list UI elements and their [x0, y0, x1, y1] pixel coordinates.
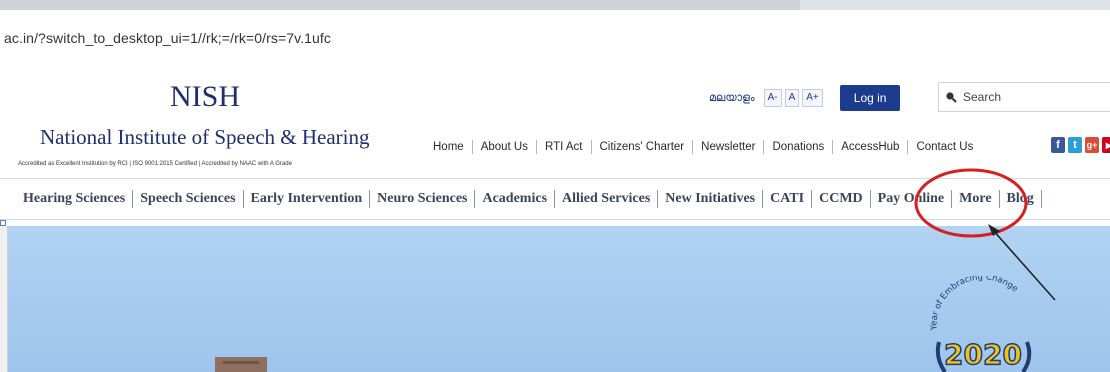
top-nav-home[interactable]: Home: [425, 140, 473, 154]
font-decrease-button[interactable]: A-: [763, 89, 782, 107]
badge-caption: Year of Embracing Change: [929, 276, 1019, 331]
address-bar-url[interactable]: ac.in/?switch_to_desktop_ui=1//rk;=/rk=0…: [4, 30, 331, 46]
top-nav-accesshub[interactable]: AccessHub: [833, 140, 909, 154]
top-nav-donations[interactable]: Donations: [764, 140, 834, 154]
menu-item-new-initiatives[interactable]: New Initiatives: [658, 190, 764, 208]
accreditation-text: Accredited as Excellent Institution by R…: [18, 161, 292, 167]
utility-bar: മലയാളം A- A A+ Log in: [705, 84, 901, 112]
language-link[interactable]: മലയാളം: [705, 92, 759, 105]
font-increase-button[interactable]: A+: [802, 89, 823, 107]
hero-left-edge: [0, 226, 8, 372]
menu-item-speech-sciences[interactable]: Speech Sciences: [133, 190, 244, 208]
menu-item-academics[interactable]: Academics: [475, 190, 556, 208]
font-reset-button[interactable]: A: [784, 89, 800, 107]
brand-full-name[interactable]: National Institute of Speech & Hearing: [40, 125, 370, 150]
menu-item-blog[interactable]: Blog: [1000, 190, 1042, 208]
facebook-icon[interactable]: f: [1051, 137, 1065, 153]
browser-tabs: [0, 0, 800, 10]
social-links: f t g+ ▶: [1051, 137, 1110, 153]
building-image: [215, 357, 267, 372]
menu-item-ccmd[interactable]: CCMD: [812, 190, 871, 208]
googleplus-icon[interactable]: g+: [1085, 137, 1099, 153]
top-nav-newsletter[interactable]: Newsletter: [693, 140, 765, 154]
youtube-icon[interactable]: ▶: [1102, 137, 1110, 153]
hero-banner: Year of Embracing Change 2020: [8, 226, 1110, 372]
year-badge: Year of Embracing Change 2020: [923, 272, 1043, 372]
brand-short-name[interactable]: NISH: [170, 80, 240, 114]
top-nav-contact-us[interactable]: Contact Us: [908, 140, 981, 154]
top-nav-about-us[interactable]: About Us: [473, 140, 537, 154]
menu-item-hearing-sciences[interactable]: Hearing Sciences: [17, 190, 134, 208]
menu-item-cati[interactable]: CATI: [763, 190, 813, 208]
main-menu: Hearing Sciences Speech Sciences Early I…: [0, 178, 1110, 220]
menu-item-early-intervention[interactable]: Early Intervention: [244, 190, 371, 208]
site-header: NISH National Institute of Speech & Hear…: [0, 62, 1110, 178]
page: ac.in/?switch_to_desktop_ui=1//rk;=/rk=0…: [0, 0, 1110, 372]
login-button[interactable]: Log in: [839, 85, 901, 111]
menu-item-more[interactable]: More: [952, 190, 1000, 208]
menu-item-pay-online[interactable]: Pay Online: [871, 190, 953, 208]
search-input[interactable]: [961, 89, 1095, 105]
search-icon: [946, 92, 957, 103]
twitter-icon[interactable]: t: [1068, 137, 1082, 153]
search-box[interactable]: [938, 82, 1110, 112]
top-nav-rti-act[interactable]: RTI Act: [537, 140, 592, 154]
top-nav: Home About Us RTI Act Citizens' Charter …: [425, 134, 981, 160]
browser-tab-strip: [0, 0, 1110, 10]
top-nav-citizens-charter[interactable]: Citizens' Charter: [592, 140, 694, 154]
menu-item-neuro-sciences[interactable]: Neuro Sciences: [370, 190, 476, 208]
address-bar[interactable]: ac.in/?switch_to_desktop_ui=1//rk;=/rk=0…: [0, 10, 1110, 63]
badge-year: 2020: [943, 337, 1022, 372]
menu-item-allied-services[interactable]: Allied Services: [555, 190, 659, 208]
